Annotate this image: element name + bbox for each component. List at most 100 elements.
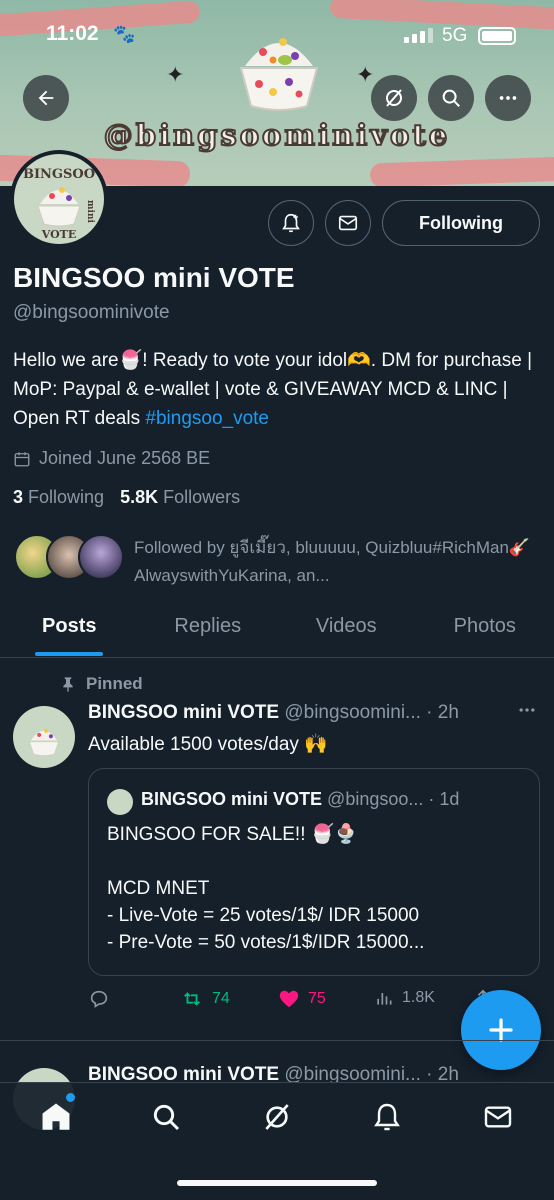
reply-button[interactable] — [88, 988, 110, 1010]
joined-text: Joined June 2568 BE — [39, 448, 211, 468]
post-more-button[interactable] — [516, 700, 538, 726]
reply-icon — [90, 990, 108, 1008]
joined-date: Joined June 2568 BE — [13, 448, 210, 469]
post-header[interactable]: BINGSOO mini VOTE @bingsoomini... · 2h — [88, 702, 508, 724]
avatar-logo — [29, 728, 59, 756]
compose-post-button[interactable] — [461, 990, 541, 1070]
avatar-logo-top-text: BINGSOO — [23, 167, 95, 182]
status-bar: 11:02 🐾 5G — [0, 0, 554, 70]
nav-search[interactable] — [146, 1097, 186, 1137]
followed-by-row[interactable]: Followed by ยูจีเมี๊ยว, bluuuuu, Quizblu… — [14, 534, 534, 590]
quoted-author-name: BINGSOO mini VOTE — [141, 789, 323, 809]
profile-name: BINGSOO mini VOTE — [13, 262, 295, 293]
followers-stat[interactable]: 5.8K Followers — [120, 487, 240, 508]
bell-plus-icon — [282, 213, 300, 233]
avatar-logo: BINGSOO VOTE mini — [23, 167, 95, 241]
views-count: 1.8K — [402, 989, 435, 1006]
status-time: 11:02 — [46, 22, 99, 45]
search-icon — [153, 1104, 180, 1131]
new-posts-dot — [66, 1093, 75, 1102]
quoted-author-avatar — [107, 789, 133, 815]
tab-replies[interactable]: Replies — [139, 604, 278, 657]
pinned-label: Pinned — [86, 674, 143, 693]
pinned-indicator: Pinned — [60, 674, 143, 694]
nav-messages[interactable] — [478, 1097, 518, 1137]
envelope-icon — [338, 215, 358, 231]
search-icon — [442, 89, 460, 107]
retweet-button[interactable]: 74 — [180, 988, 230, 1010]
post-divider — [0, 1040, 554, 1041]
followed-by-text: Followed by ยูจีเมี๊ยว, bluuuuu, Quizblu… — [134, 538, 531, 585]
post-author-avatar[interactable] — [13, 706, 75, 768]
quoted-meta: @bingsoo... · 1d — [327, 789, 460, 809]
quoted-line: - Live-Vote = 25 votes/1$/ IDR 15000 — [107, 905, 420, 926]
tab-posts-label: Posts — [42, 615, 97, 637]
avatar-logo-bottom-text: VOTE — [41, 228, 77, 241]
retweet-icon — [184, 992, 200, 1006]
quoted-line: - Pre-Vote = 50 votes/1$/IDR 15000... — [107, 932, 425, 953]
bio-hashtag-link[interactable]: #bingsoo_vote — [145, 408, 269, 429]
network-type: 5G — [442, 25, 468, 46]
followers-count: 5.8K — [120, 487, 159, 507]
message-button[interactable] — [325, 200, 371, 246]
bio-text: Hello we are🍧! Ready to vote your idol🫶.… — [13, 350, 533, 429]
views-button[interactable]: 1.8K — [374, 988, 435, 1008]
nav-grok[interactable] — [257, 1097, 297, 1137]
tab-photos-label: Photos — [453, 615, 516, 637]
heart-icon — [279, 990, 299, 1008]
banner-decoration — [369, 156, 554, 186]
like-button[interactable]: 75 — [278, 988, 326, 1010]
envelope-icon — [484, 1106, 512, 1128]
more-horizontal-icon — [499, 96, 517, 100]
bell-icon — [374, 1103, 400, 1131]
post-text: Available 1500 votes/day 🙌 — [88, 734, 328, 755]
following-stat[interactable]: 3 Following — [13, 487, 104, 508]
following-label: Following — [28, 487, 105, 507]
active-tab-indicator — [35, 652, 104, 656]
post-meta: @bingsoomini... · 2h — [284, 702, 459, 723]
quoted-line: BINGSOO FOR SALE!! 🍧🍨 — [107, 824, 359, 845]
signal-icon — [404, 28, 433, 43]
profile-bio: Hello we are🍧! Ready to vote your idol🫶.… — [13, 346, 541, 433]
tab-videos[interactable]: Videos — [277, 604, 416, 657]
grok-button[interactable] — [371, 75, 417, 121]
like-count: 75 — [308, 990, 326, 1007]
quoted-post[interactable]: BINGSOO mini VOTE @bingsoo... · 1d BINGS… — [88, 768, 540, 976]
post-author-name: BINGSOO mini VOTE — [88, 702, 280, 723]
arrow-left-icon — [38, 90, 54, 106]
tab-videos-label: Videos — [315, 615, 377, 637]
home-indicator — [177, 1180, 377, 1186]
notifications-toggle-button[interactable] — [268, 200, 314, 246]
quoted-header: BINGSOO mini VOTE @bingsoo... · 1d — [141, 789, 521, 810]
back-button[interactable] — [23, 75, 69, 121]
tab-replies-label: Replies — [174, 615, 242, 637]
follower-avatar — [78, 534, 124, 580]
followers-label: Followers — [163, 487, 241, 507]
quoted-text: BINGSOO FOR SALE!! 🍧🍨 MCD MNET - Live-Vo… — [107, 821, 527, 956]
more-options-button[interactable] — [485, 75, 531, 121]
avatar-logo-side-text: mini — [85, 200, 95, 223]
tab-posts[interactable]: Posts — [0, 604, 139, 657]
battery-icon — [478, 27, 516, 45]
grok-icon — [265, 1104, 289, 1130]
following-count: 3 — [13, 487, 24, 507]
follow-stats: 3 Following 5.8K Followers — [13, 487, 240, 508]
home-icon — [42, 1103, 70, 1130]
quoted-line: MCD MNET — [107, 878, 210, 899]
search-button[interactable] — [428, 75, 474, 121]
calendar-icon — [14, 451, 30, 466]
nav-home[interactable] — [36, 1093, 76, 1137]
profile-handle: @bingsoominivote — [13, 302, 170, 323]
tab-photos[interactable]: Photos — [416, 604, 554, 657]
grok-icon — [386, 89, 402, 107]
retweet-count: 74 — [212, 990, 230, 1007]
views-icon — [377, 993, 392, 1005]
profile-avatar[interactable]: BINGSOO VOTE mini — [10, 150, 108, 248]
banner-handle-art: @bingsoominivote — [103, 117, 451, 153]
nav-notifications[interactable] — [367, 1097, 407, 1137]
paw-icon: 🐾 — [113, 24, 136, 44]
pin-icon — [63, 677, 73, 692]
more-horizontal-icon — [519, 708, 535, 712]
profile-tabs: Posts Replies Videos Photos — [0, 604, 554, 658]
following-button[interactable]: Following — [382, 200, 540, 246]
